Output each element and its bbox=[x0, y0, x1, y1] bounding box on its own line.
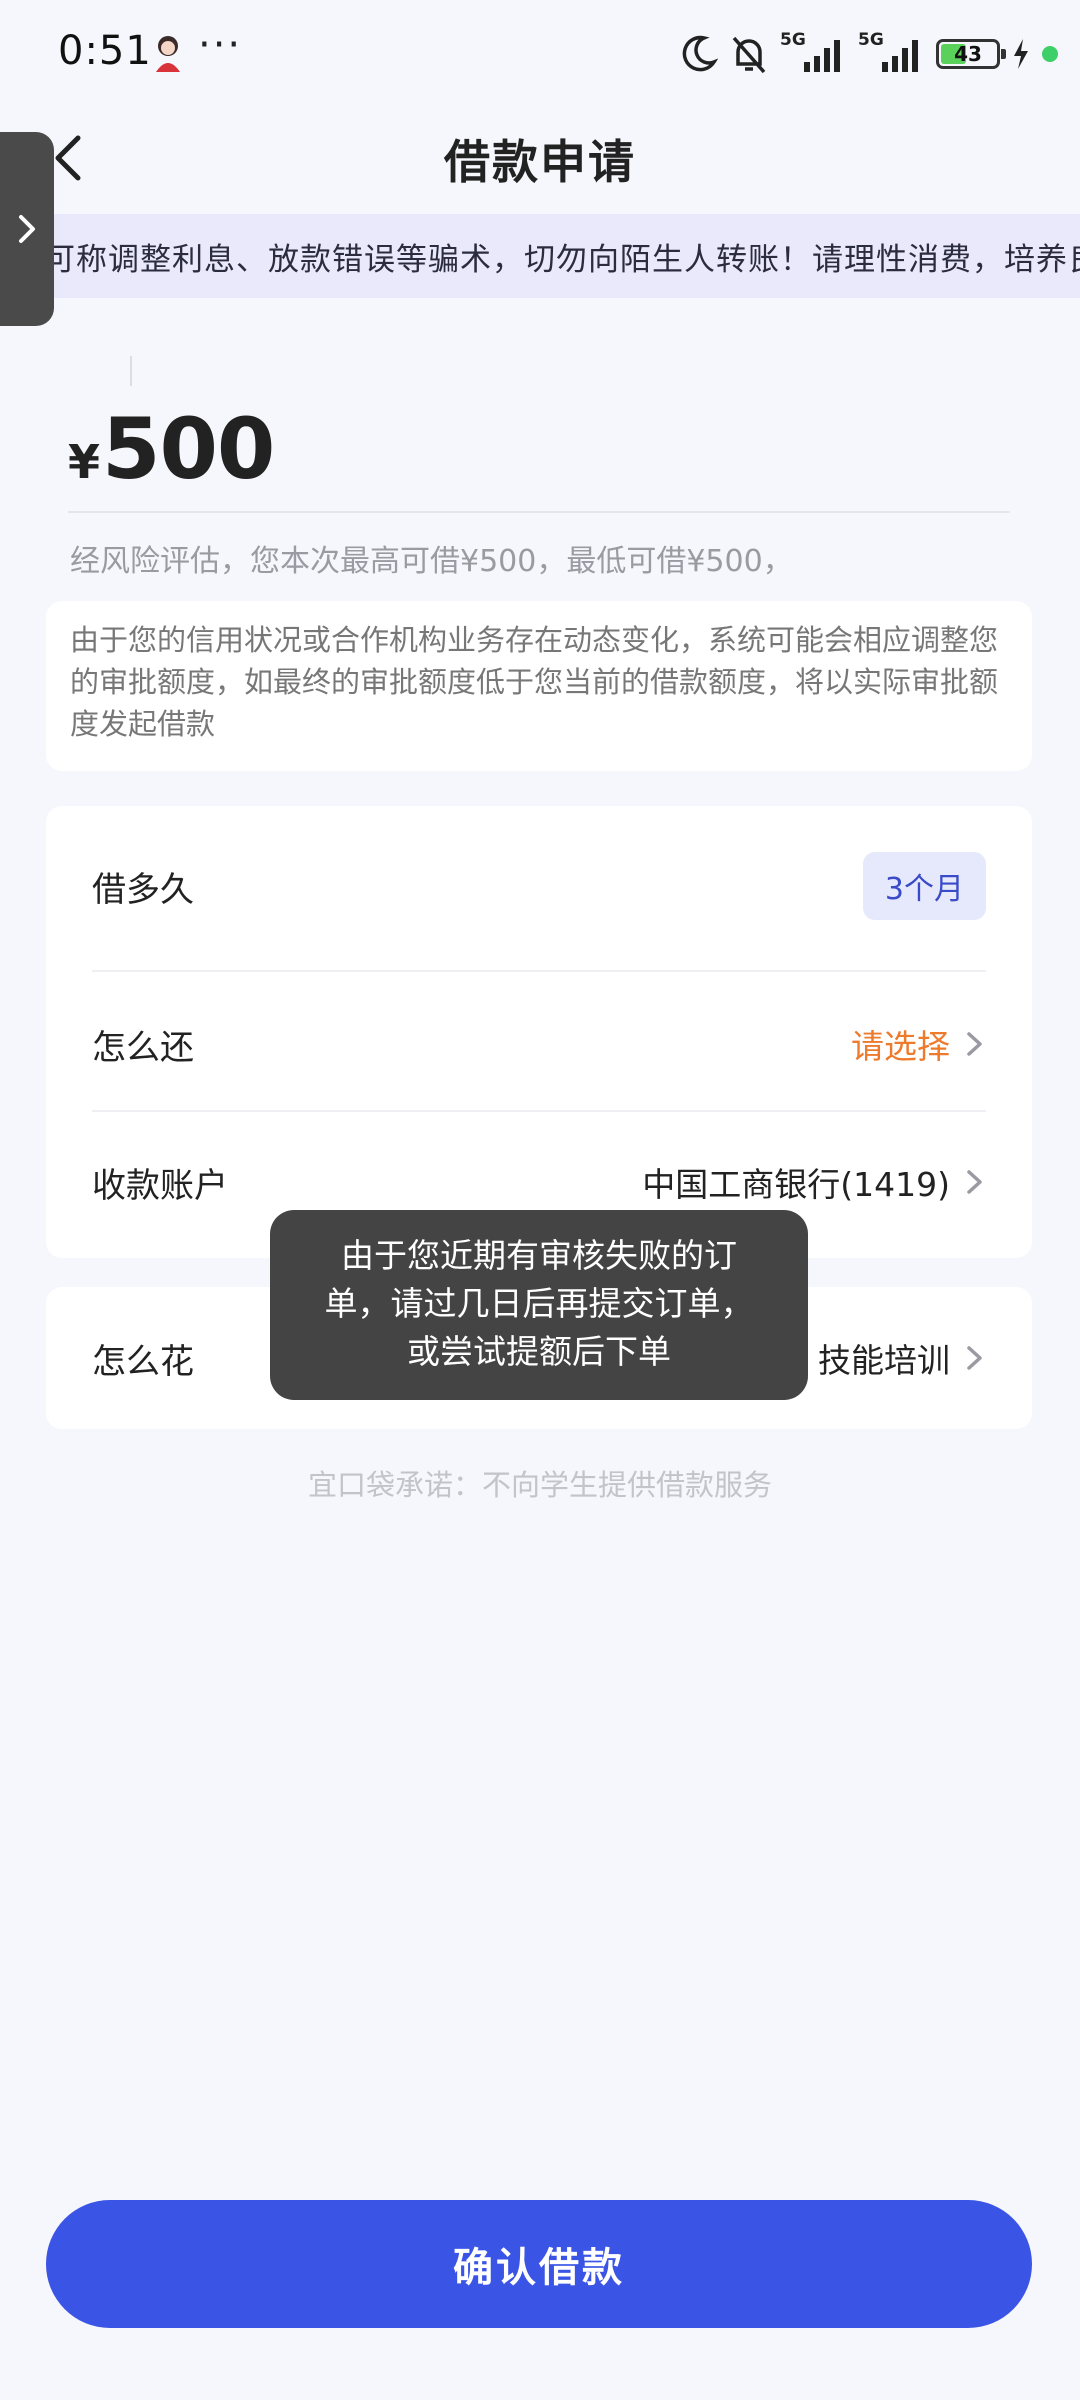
input-cursor bbox=[130, 356, 132, 386]
credit-info-card: 由于您的信用状况或合作机构业务存在动态变化，系统可能会相应调整您的审批额度，如最… bbox=[46, 601, 1032, 771]
credit-info-text: 由于您的信用状况或合作机构业务存在动态变化，系统可能会相应调整您的审批额度，如最… bbox=[70, 623, 999, 741]
amount-input[interactable]: ¥ 500 bbox=[68, 400, 275, 498]
signal-bars-icon bbox=[882, 40, 918, 72]
notice-text: 可称调整利息、放款错误等骗术，切勿向陌生人转账！请理性消费，培养良 bbox=[44, 242, 1080, 278]
signal-bars-icon bbox=[804, 40, 840, 72]
term-row[interactable]: 借多久 3个月 bbox=[92, 836, 986, 936]
loan-application-page: 0:51 ··· 5G 5G 43 借款申请 可称调整利息、放款错误等骗术，切勿… bbox=[0, 0, 1080, 2400]
status-bar: 0:51 ··· 5G 5G 43 bbox=[0, 0, 1080, 108]
status-icons: 5G 5G 43 bbox=[682, 30, 1058, 78]
chevron-right-icon bbox=[967, 1032, 982, 1056]
term-badge[interactable]: 3个月 bbox=[862, 852, 986, 920]
usage-value: 技能培训 bbox=[818, 1334, 986, 1382]
toast-message: 由于您近期有审核失败的订单，请过几日后再提交订单，或尝试提额后下单 bbox=[270, 1210, 808, 1400]
account-label: 收款账户 bbox=[92, 1165, 228, 1206]
account-value: 中国工商银行(1419) bbox=[642, 1158, 986, 1206]
usage-label: 怎么花 bbox=[92, 1341, 194, 1382]
term-label: 借多久 bbox=[92, 869, 194, 910]
toast-text: 由于您近期有审核失败的订单，请过几日后再提交订单，或尝试提额后下单 bbox=[324, 1236, 754, 1371]
amount-value: 500 bbox=[102, 400, 275, 498]
signal-1: 5G bbox=[780, 30, 846, 74]
nav-bar: 借款申请 bbox=[0, 108, 1080, 208]
chevron-right-icon bbox=[19, 215, 35, 243]
status-more-dots: ··· bbox=[198, 22, 243, 68]
signal-2: 5G bbox=[858, 30, 924, 74]
privacy-indicator-dot bbox=[1042, 46, 1058, 62]
status-time: 0:51 bbox=[58, 28, 152, 74]
page-title: 借款申请 bbox=[444, 135, 636, 189]
battery-icon: 43 bbox=[936, 39, 1006, 69]
repay-label: 怎么还 bbox=[92, 1027, 194, 1068]
notice-marquee: 可称调整利息、放款错误等骗术，切勿向陌生人转账！请理性消费，培养良 bbox=[0, 214, 1080, 298]
charging-icon bbox=[1014, 39, 1028, 69]
repay-value: 请选择 bbox=[851, 1020, 986, 1068]
confirm-loan-button[interactable]: 确认借款 bbox=[46, 2200, 1032, 2328]
no-student-loan-promise: 宜口袋承诺：不向学生提供借款服务 bbox=[307, 1468, 772, 1502]
loan-form-card: 借多久 3个月 怎么还 请选择 收款账户 中国工商银行(1419) bbox=[46, 806, 1032, 1258]
avatar-notification-icon bbox=[156, 36, 180, 72]
moon-icon bbox=[682, 35, 718, 72]
chevron-right-icon bbox=[967, 1170, 982, 1194]
risk-assessment-text: 经风险评估，您本次最高可借¥500，最低可借¥500， bbox=[70, 544, 793, 579]
amount-underline bbox=[68, 511, 1010, 513]
currency-symbol: ¥ bbox=[68, 435, 101, 489]
floating-side-tab[interactable] bbox=[0, 132, 54, 326]
repay-row[interactable]: 怎么还 请选择 bbox=[92, 972, 986, 1116]
mute-bell-icon bbox=[732, 36, 766, 74]
chevron-right-icon bbox=[967, 1346, 982, 1370]
